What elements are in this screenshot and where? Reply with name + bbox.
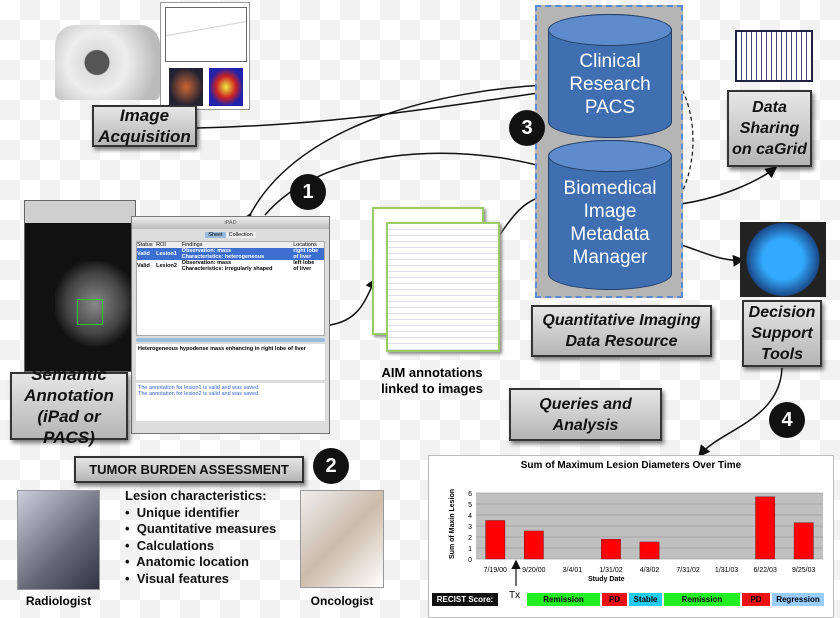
y-tick-label: 2 (468, 535, 472, 542)
recist-score-cell: Stable (629, 593, 662, 606)
y-axis-label: Sum of Maxin Lesion (449, 488, 456, 559)
x-tick-label: 7/19/00 (484, 567, 507, 574)
y-tick-label: 4 (468, 513, 472, 520)
bar (639, 541, 660, 560)
chart-svg: 0 1 2 3 4 5 6 7/19/00 9/20/00 3/4/01 1/31/02 4/3/02… (468, 491, 823, 586)
recist-score-cell: PD (602, 593, 627, 606)
recist-label: RECIST Score: (432, 593, 498, 606)
bar (485, 520, 506, 560)
recist-score-cell: Remission (664, 593, 740, 606)
bar (523, 530, 544, 560)
y-tick-label: 3 (468, 524, 472, 531)
y-tick-label: 0 (468, 557, 472, 564)
x-tick-label: 6/22/03 (753, 567, 776, 574)
bar (793, 522, 814, 560)
tx-marker-label: Tx (509, 590, 521, 601)
recist-score-cell: Regression (772, 593, 824, 606)
y-tick-label: 1 (468, 546, 472, 553)
y-tick-label: 5 (468, 502, 472, 509)
x-tick-label: 9/25/03 (792, 567, 815, 574)
x-tick-label: 3/4/01 (563, 567, 583, 574)
bar (601, 539, 621, 560)
y-tick-label: 6 (468, 491, 472, 498)
recist-score-cell: PD (742, 593, 770, 606)
x-tick-label: 1/31/03 (715, 567, 738, 574)
recist-score-cell: Remission (527, 593, 600, 606)
x-tick-label: 4/3/02 (640, 567, 660, 574)
x-tick-label: 7/31/02 (676, 567, 699, 574)
x-axis-label: Study Date (588, 576, 625, 583)
chart-title: Sum of Maximum Lesion Diameters Over Tim… (520, 460, 742, 471)
x-tick-label: 1/31/02 (599, 567, 622, 574)
bar (755, 496, 776, 560)
x-tick-label: 9/20/00 (522, 567, 545, 574)
